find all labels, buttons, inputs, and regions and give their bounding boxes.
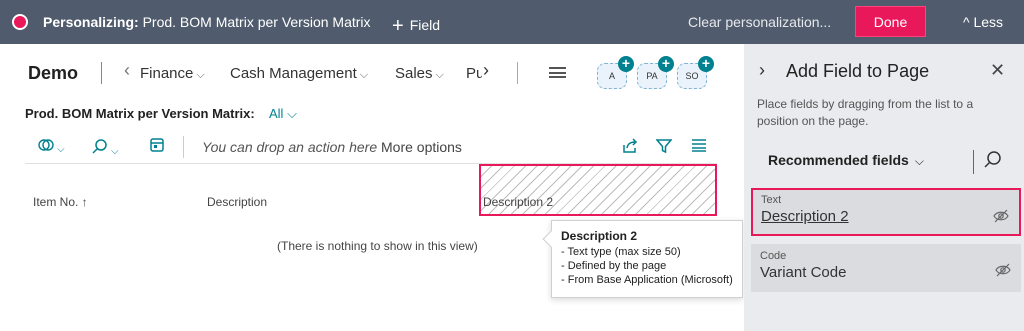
column-header-item-no[interactable]: Item No. ↑ [33,195,88,209]
list-icon [692,139,706,152]
panel-divider [973,150,974,174]
share-button[interactable] [622,138,638,158]
field-card-description-2[interactable]: Text Description 2 [751,188,1021,236]
action-drop-placeholder: You can drop an action here [202,139,378,155]
record-dot-icon [12,14,28,30]
nav-item-label: Cash Management [230,65,357,82]
add-field-panel: › Add Field to Page ✕ Place fields by dr… [744,44,1024,331]
company-name[interactable]: Demo [28,63,78,84]
filter-icon [655,139,673,154]
role-icon-label: A [608,71,615,81]
role-center-navigation: Demo ‹ Finance ⌵ Cash Management ⌵ Sales ⌵ … [0,44,744,100]
tooltip-arrow [542,230,560,248]
tooltip-title: Description 2 [561,229,638,243]
view-filter-dropdown[interactable]: All ⌵ [269,106,297,122]
personalization-bar: Personalizing: Prod. BOM Matrix per Vers… [0,0,1024,44]
field-card-name[interactable]: Variant Code [760,264,1012,281]
chevron-right-icon[interactable]: › [483,60,489,81]
recommended-fields-label: Recommended fields [768,152,909,168]
plus-icon: + [392,15,404,37]
window-icon [150,138,164,152]
chevron-down-icon: ⌵ [57,144,65,155]
chevron-down-icon: ⌵ [287,106,297,121]
chevron-down-icon: ⌵ [359,69,369,81]
more-options-button[interactable]: More options [381,139,462,155]
nav-item-label: Finance [140,65,194,82]
less-label: Less [973,14,1004,30]
nav-item-cash-management[interactable]: Cash Management ⌵ [230,65,368,82]
role-icon-label: PA [646,71,658,81]
tooltip-line: - Defined by the page [561,260,667,272]
view-filter-label: All [269,106,284,121]
column-header-description[interactable]: Description [207,195,267,209]
done-button[interactable]: Done [855,6,926,37]
nav-divider [101,62,102,84]
nav-item-label: Sales [395,65,433,82]
nav-item-finance[interactable]: Finance ⌵ [140,65,205,82]
menu-icon[interactable] [549,67,566,78]
process-icon [38,139,54,151]
field-card-variant-code[interactable]: Code Variant Code [751,244,1021,292]
add-field-button[interactable]: + Field [392,13,441,37]
share-icon [623,138,638,153]
chevron-down-icon: ⌵ [196,69,205,81]
role-icon-label: SO [685,71,699,81]
list-view-button[interactable] [691,138,707,156]
personalized-page-name: Prod. BOM Matrix per Version Matrix [142,14,371,30]
recommended-fields-dropdown[interactable]: Recommended fields ⌵ [768,152,924,169]
page-area: Demo ‹ Finance ⌵ Cash Management ⌵ Sales ⌵ … [0,44,744,331]
nav-divider [517,62,518,84]
panel-title: Add Field to Page [786,61,930,81]
chevron-down-icon: ⌵ [111,146,119,157]
open-in-excel-button[interactable] [150,138,164,156]
action-bar: ⌵ ⌵ You can drop an action here More opt… [0,132,744,162]
column-header-description-2[interactable]: Description 2 [483,195,553,209]
field-card-type: Text [761,194,782,206]
role-icon-pa[interactable]: PA + [637,56,674,89]
chevron-right-icon[interactable]: › [759,60,765,81]
tooltip-line: - Text type (max size 50) [561,246,681,258]
page-title: Prod. BOM Matrix per Version Matrix: [25,106,255,121]
panel-description: Place fields by dragging from the list t… [757,97,974,128]
chevron-up-icon: ^ [963,14,970,30]
search-icon[interactable] [984,150,1002,173]
process-actions-button[interactable]: ⌵ [38,138,65,156]
search-icon [92,139,107,154]
nav-item-sales[interactable]: Sales ⌵ [395,65,444,82]
plus-icon[interactable]: + [658,56,674,72]
field-tooltip: Description 2 - Text type (max size 50) … [542,220,743,298]
tooltip-line: - From Base Application (Microsoft) [561,274,733,286]
nav-item-purchasing-clipped[interactable]: Pu [466,65,482,82]
filter-button[interactable] [655,138,673,158]
add-field-label: Field [409,17,441,33]
close-icon[interactable]: ✕ [990,60,1005,81]
plus-icon[interactable]: + [618,56,634,72]
clear-personalization-link[interactable]: Clear personalization... [688,14,831,30]
plus-icon[interactable]: + [698,56,714,72]
chevron-down-icon: ⌵ [435,69,444,81]
field-card-type: Code [760,250,787,262]
eye-off-icon[interactable] [995,262,1011,278]
toolbar-divider [183,136,184,158]
less-button[interactable]: ^ Less [963,14,1003,30]
personalizing-label: Personalizing: [43,14,139,30]
empty-list-message: (There is nothing to show in this view) [277,239,478,253]
role-icon-a[interactable]: A + [597,56,634,89]
chevron-left-icon[interactable]: ‹ [124,60,130,81]
field-card-name[interactable]: Description 2 [761,208,1011,225]
role-icon-so[interactable]: SO + [677,56,714,89]
eye-off-icon[interactable] [993,208,1009,224]
chevron-down-icon: ⌵ [914,154,924,168]
personalizing-title: Personalizing: Prod. BOM Matrix per Vers… [43,14,371,30]
search-actions-button[interactable]: ⌵ [92,138,119,158]
